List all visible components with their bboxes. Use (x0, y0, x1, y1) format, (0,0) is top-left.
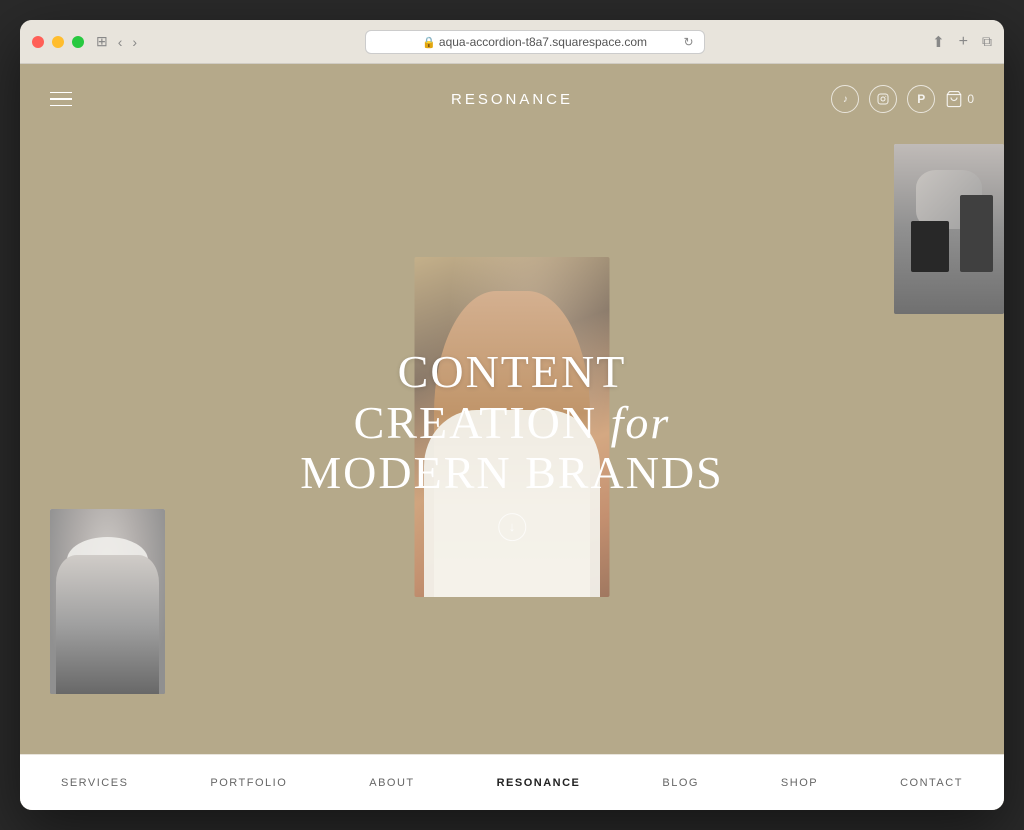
new-tab-icon[interactable]: + (959, 33, 968, 51)
nav-shop[interactable]: SHOP (781, 777, 818, 789)
center-photo (415, 257, 610, 597)
nav-blog[interactable]: BLOG (662, 777, 699, 789)
site-title: RESONANCE (451, 91, 573, 108)
sidebar-toggle-icon[interactable]: ⊞ (96, 33, 108, 50)
hamburger-line-3 (50, 105, 72, 107)
nav-services[interactable]: SERVICES (61, 777, 128, 789)
dark-object-1 (960, 195, 993, 272)
figure-shape (56, 555, 160, 694)
traffic-lights (32, 36, 84, 48)
hamburger-menu[interactable] (50, 92, 72, 107)
instagram-icon[interactable] (869, 85, 897, 113)
mac-window: ⊞ ‹ › 🔒 aqua-accordion-t8a7.squarespace.… (20, 20, 1004, 810)
nav-contact[interactable]: CONTACT (900, 777, 963, 789)
hero: CONTENT CREATION for MODERN BRANDS ↓ (20, 134, 1004, 754)
right-photo (894, 144, 1004, 314)
share-icon[interactable]: ⬆ (932, 33, 945, 51)
shirt-shape (424, 410, 600, 597)
nav-resonance[interactable]: RESONANCE (497, 777, 581, 789)
pinterest-icon[interactable]: P (907, 85, 935, 113)
reload-icon[interactable]: ↻ (684, 35, 694, 49)
minimize-button[interactable] (52, 36, 64, 48)
url-input[interactable]: 🔒 aqua-accordion-t8a7.squarespace.com ↻ (365, 30, 705, 54)
website: RESONANCE ♪ P (20, 64, 1004, 810)
nav-about[interactable]: ABOUT (369, 777, 414, 789)
cart-count: 0 (967, 92, 974, 106)
hamburger-line-1 (50, 92, 72, 94)
right-image-content (894, 144, 1004, 314)
top-nav: RESONANCE ♪ P (20, 64, 1004, 134)
url-text: aqua-accordion-t8a7.squarespace.com (439, 35, 647, 49)
browser-content: RESONANCE ♪ P (20, 64, 1004, 810)
window-actions: ⬆ + ⧉ (932, 33, 992, 51)
title-bar: ⊞ ‹ › 🔒 aqua-accordion-t8a7.squarespace.… (20, 20, 1004, 64)
url-bar: 🔒 aqua-accordion-t8a7.squarespace.com ↻ (137, 30, 932, 54)
browser-controls: ⊞ ‹ › (96, 33, 137, 50)
close-button[interactable] (32, 36, 44, 48)
maximize-button[interactable] (72, 36, 84, 48)
center-image-overlay (415, 257, 610, 597)
nav-portfolio[interactable]: PORTFOLIO (210, 777, 287, 789)
bottom-nav: SERVICES PORTFOLIO ABOUT RESONANCE BLOG … (20, 754, 1004, 810)
lock-icon: 🔒 (422, 37, 439, 49)
hamburger-line-2 (50, 98, 72, 100)
back-button[interactable]: ‹ (118, 34, 123, 50)
tiktok-icon[interactable]: ♪ (831, 85, 859, 113)
tabs-icon[interactable]: ⧉ (982, 33, 992, 50)
left-photo (50, 509, 165, 694)
nav-right: ♪ P (831, 85, 974, 113)
person-center (415, 257, 610, 597)
cart-button[interactable]: 0 (945, 90, 974, 108)
dark-object-2 (911, 221, 950, 272)
left-person-image (50, 509, 165, 694)
